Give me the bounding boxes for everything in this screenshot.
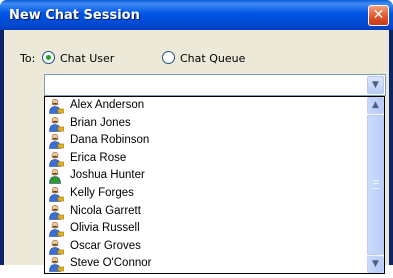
title-bar[interactable]: New Chat Session ✕ [0,0,393,30]
chat-user-radio-label[interactable]: Chat User [60,52,114,65]
scroll-down-icon: ▼ [372,259,379,269]
grip-icon [373,180,379,189]
chat-queue-radio-label[interactable]: Chat Queue [180,52,245,65]
user-icon [49,98,64,114]
user-list: Alex Anderson Brian Jones Dana Robinson Eri… [45,97,367,273]
user-online-icon [49,169,61,185]
scrollbar-thumb[interactable] [367,115,384,255]
chevron-down-icon: ▼ [372,80,379,90]
user-dropdown-list[interactable]: Alex Anderson Brian Jones Dana Robinson Eri… [44,96,385,274]
scroll-up-icon: ▲ [372,100,379,110]
list-item[interactable]: Alex Anderson [45,97,367,115]
list-item[interactable]: Olivia Russell [45,220,367,238]
scroll-up-button[interactable]: ▲ [367,97,384,114]
user-icon [49,257,64,273]
user-icon [49,151,64,167]
user-icon [49,116,64,132]
close-button[interactable]: ✕ [368,5,389,26]
list-item[interactable]: Erica Rose [45,150,367,168]
list-item-name: Erica Rose [70,151,127,164]
list-item-name: Nicola Garrett [70,204,141,217]
vertical-scrollbar[interactable]: ▲ ▼ [367,97,384,273]
list-item[interactable]: Steve O'Connor [45,255,367,273]
list-item-name: Dana Robinson [70,134,150,147]
list-item-name: Olivia Russell [70,222,140,235]
list-item[interactable]: Dana Robinson [45,132,367,150]
user-icon [49,134,64,149]
list-item-name: Kelly Forges [70,186,134,199]
chat-queue-radio[interactable] [162,51,175,64]
combobox-dropdown-button[interactable]: ▼ [367,76,384,94]
window-title: New Chat Session [9,8,140,23]
user-icon [49,204,64,220]
scroll-down-button[interactable]: ▼ [367,256,384,273]
chat-user-radio[interactable] [42,51,55,64]
list-item-name: Joshua Hunter [70,169,145,182]
list-item-name: Brian Jones [70,116,131,129]
radio-selected-dot [46,55,51,60]
list-item[interactable]: Nicola Garrett [45,203,367,221]
list-item[interactable]: Brian Jones [45,115,367,133]
user-icon [49,186,64,202]
list-item[interactable]: Joshua Hunter [45,167,367,185]
recipient-combobox[interactable]: ▼ [44,74,386,96]
list-item[interactable]: Kelly Forges [45,185,367,203]
list-item-name: Steve O'Connor [70,257,152,270]
user-icon [49,239,64,255]
list-item[interactable]: Oscar Groves [45,238,367,256]
list-item-name: Oscar Groves [70,239,141,252]
close-icon: ✕ [372,7,385,23]
user-icon [49,222,64,237]
to-label: To: [20,52,36,65]
list-item-name: Alex Anderson [70,99,145,111]
